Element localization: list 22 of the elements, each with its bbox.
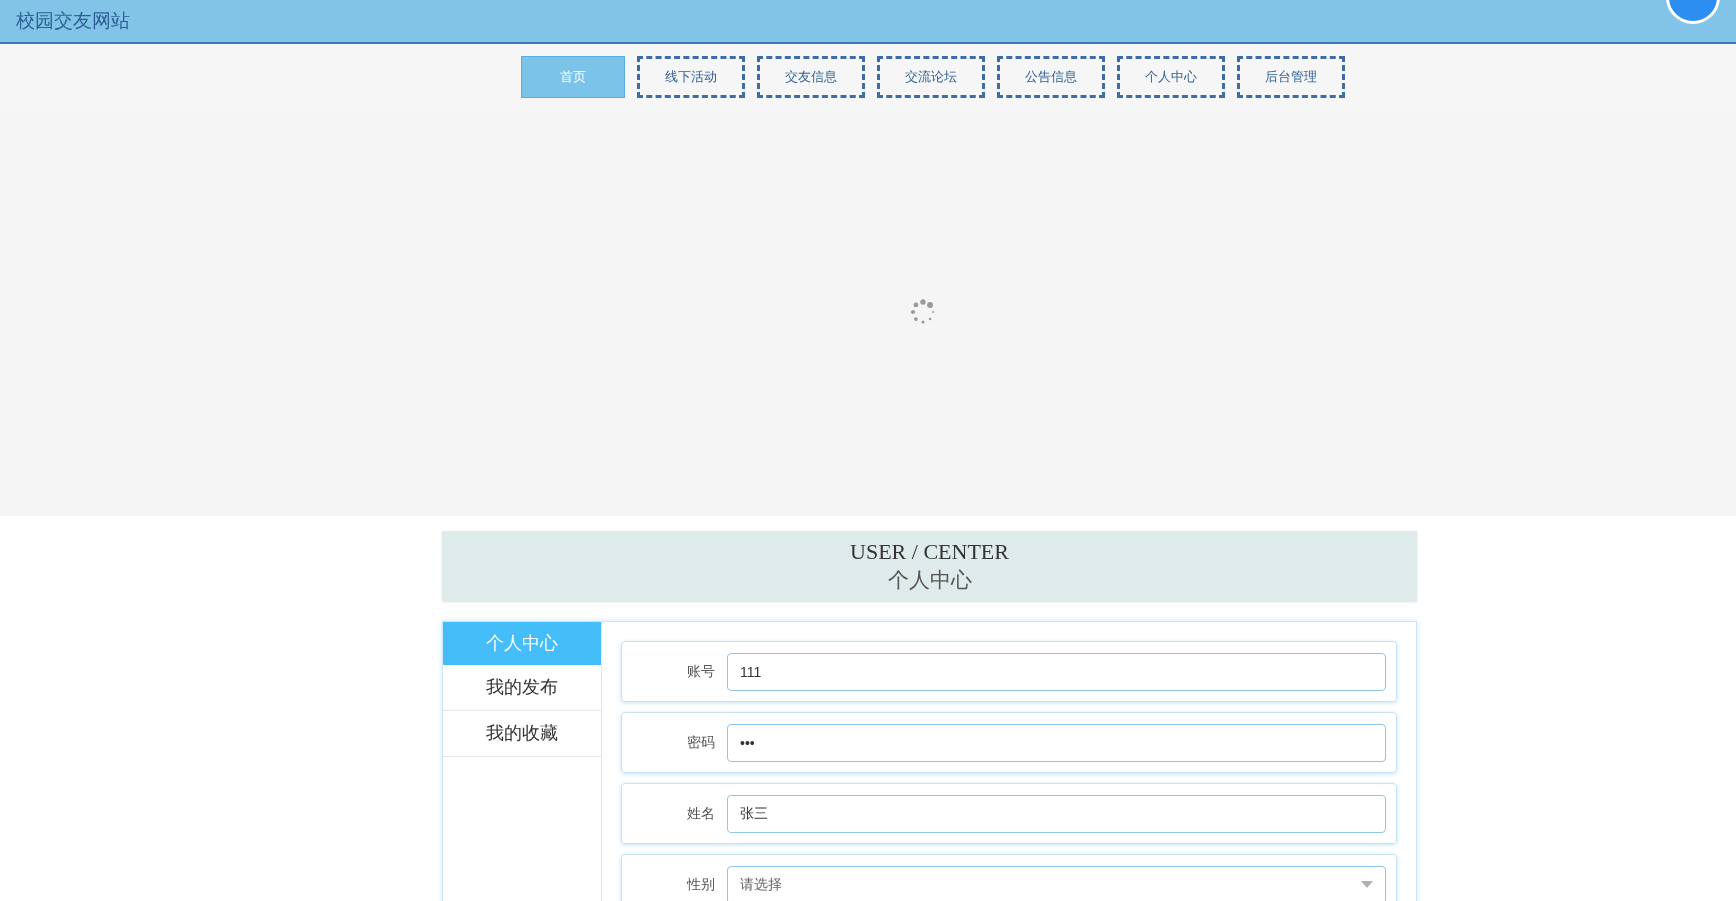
banner-title-cn: 个人中心 xyxy=(887,567,972,593)
input-field[interactable]: 张三 xyxy=(727,794,1386,833)
loading-spinner-icon xyxy=(909,298,937,326)
side-menu-item[interactable]: 我的收藏 xyxy=(443,711,601,757)
nav-tab[interactable]: 线下活动 xyxy=(637,56,745,98)
nav-tab[interactable]: 后台管理 xyxy=(1237,56,1345,98)
banner-title-en: USER / CENTER xyxy=(850,538,1009,566)
field-label: 性别 xyxy=(685,875,716,894)
field-label: 账号 xyxy=(686,662,716,681)
field-label: 密码 xyxy=(686,733,716,752)
caret-icon xyxy=(1361,881,1373,888)
nav-tab[interactable]: 交友信息 xyxy=(757,56,865,98)
field-label: 姓名 xyxy=(686,804,716,823)
nav-tab[interactable]: 公告信息 xyxy=(997,56,1105,98)
select-field[interactable]: 请选择 xyxy=(727,865,1386,901)
select-value: 请选择 xyxy=(740,875,782,894)
nav-tab[interactable]: 个人中心 xyxy=(1117,56,1225,98)
site-title: 校园交友网站 xyxy=(16,8,130,33)
input-field[interactable]: 111 xyxy=(727,652,1386,691)
nav-tab[interactable]: 交流论坛 xyxy=(877,56,985,98)
input-field[interactable]: ••• xyxy=(727,723,1386,762)
side-menu-item[interactable]: 我的发布 xyxy=(443,665,601,711)
